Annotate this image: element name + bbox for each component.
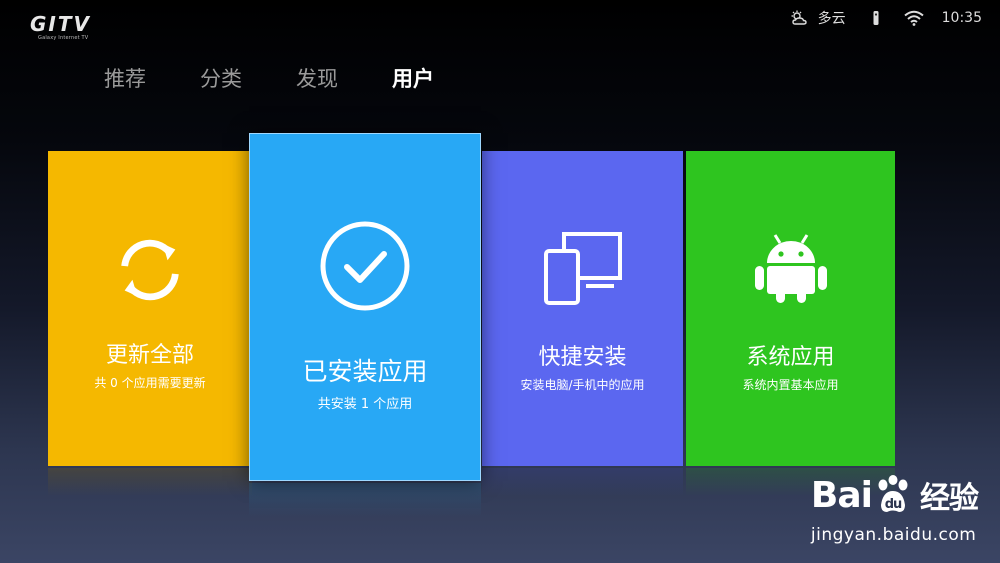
quick-install-subtitle: 安装电脑/手机中的应用	[520, 378, 645, 392]
update-card-reflection	[48, 468, 252, 496]
weather-text: 多云	[817, 11, 846, 27]
system-apps-card[interactable]: 系统应用 系统内置基本应用	[686, 151, 895, 466]
status-bar: 多云 10:35	[790, 8, 982, 28]
tab-discover[interactable]: 发现	[296, 64, 338, 94]
logo-word: GITV	[30, 12, 91, 36]
tab-recommend[interactable]: 推荐	[104, 64, 146, 94]
installed-apps-card[interactable]: 已安装应用 共安装 1 个应用	[249, 133, 481, 481]
paw-icon: du	[878, 475, 908, 512]
devices-icon	[543, 232, 622, 305]
cloudy-weather-icon	[791, 10, 807, 25]
remote-icon	[873, 11, 879, 25]
refresh-icon	[121, 239, 179, 301]
gitv-logo: GITV Galaxy Internet TV	[30, 14, 110, 46]
logo-subtitle: Galaxy Internet TV	[38, 35, 89, 41]
wifi-icon	[904, 10, 924, 26]
update-all-title: 更新全部	[105, 343, 194, 368]
watermark-url: jingyan.baidu.com	[810, 525, 977, 545]
clock-time: 10:35	[941, 10, 982, 26]
svg-text:du: du	[885, 497, 902, 512]
watermark-jingyan: 经验	[920, 481, 979, 516]
quick-install-card[interactable]: 快捷安装 安装电脑/手机中的应用	[482, 151, 683, 466]
watermark-brand: Bai du du 经验	[810, 473, 979, 517]
android-icon	[754, 234, 827, 303]
installed-apps-title: 已安装应用	[302, 357, 428, 386]
tab-user[interactable]: 用户	[392, 64, 434, 94]
installed-apps-card-reflection	[249, 483, 481, 517]
update-all-card[interactable]: 更新全部 共 0 个应用需要更新	[48, 151, 252, 466]
quick-install-card-reflection	[482, 468, 683, 496]
system-apps-title: 系统应用	[746, 345, 835, 370]
watermark-bai: Bai	[810, 474, 873, 516]
tab-category[interactable]: 分类	[200, 64, 242, 94]
update-all-subtitle: 共 0 个应用需要更新	[94, 376, 206, 390]
system-apps-subtitle: 系统内置基本应用	[742, 378, 839, 392]
check-circle-icon	[320, 221, 410, 311]
installed-apps-subtitle: 共安装 1 个应用	[317, 397, 413, 412]
baidu-jingyan-watermark: Bai du du 经验 jingyan.baidu.com	[810, 473, 979, 546]
top-nav: 推荐 分类 发现 用户	[104, 64, 434, 94]
quick-install-title: 快捷安装	[538, 345, 627, 370]
